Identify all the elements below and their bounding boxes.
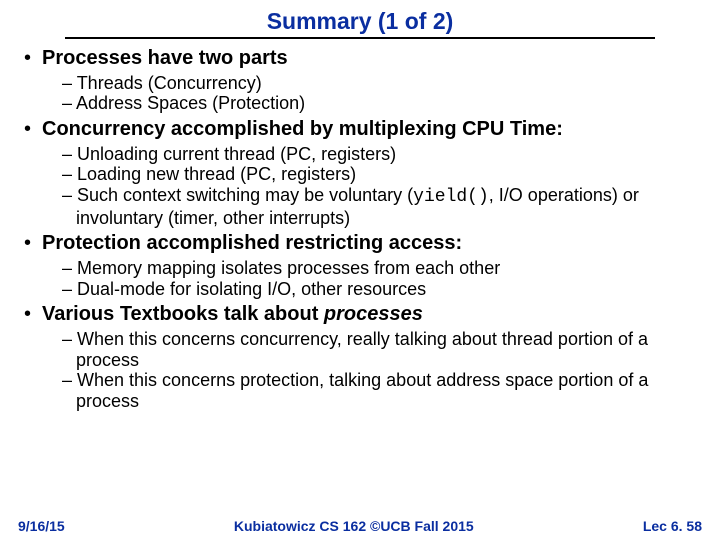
dash-icon: – (62, 164, 77, 184)
sub-item: – Such context switching may be voluntar… (62, 185, 702, 228)
bullet-icon: • (24, 47, 42, 71)
sub-item: – Loading new thread (PC, registers) (62, 164, 702, 185)
dash-icon: – (62, 258, 77, 278)
bullet-item: •Protection accomplished restricting acc… (24, 232, 702, 256)
dash-icon: – (62, 185, 77, 205)
dash-icon: – (62, 370, 77, 390)
bullet-icon: • (24, 118, 42, 142)
dash-icon: – (62, 73, 77, 93)
bullet-item: •Various Textbooks talk about processes (24, 303, 702, 327)
dash-icon: – (62, 93, 76, 113)
italic-text: processes (324, 303, 423, 325)
footer-date: 9/16/15 (18, 518, 65, 534)
sub-item: – When this concerns concurrency, really… (62, 329, 702, 370)
bullet-item: •Concurrency accomplished by multiplexin… (24, 118, 702, 142)
sub-item: – Address Spaces (Protection) (62, 93, 702, 114)
bullet-text: Various Textbooks talk about processes (42, 303, 423, 325)
footer: 9/16/15 Kubiatowicz CS 162 ©UCB Fall 201… (0, 518, 720, 534)
slide-title: Summary (1 of 2) (18, 8, 702, 35)
dash-icon: – (62, 144, 77, 164)
sub-list: – Memory mapping isolates processes from… (24, 258, 702, 299)
sub-item: – Threads (Concurrency) (62, 73, 702, 94)
bullet-item: •Processes have two parts (24, 47, 702, 71)
dash-icon: – (62, 329, 77, 349)
bullet-icon: • (24, 303, 42, 327)
sub-list: – Threads (Concurrency)– Address Spaces … (24, 73, 702, 114)
dash-icon: – (62, 279, 77, 299)
slide: Summary (1 of 2) •Processes have two par… (0, 0, 720, 540)
footer-course: Kubiatowicz CS 162 ©UCB Fall 2015 (234, 518, 474, 534)
bullet-icon: • (24, 232, 42, 256)
sub-item: – Unloading current thread (PC, register… (62, 144, 702, 165)
bullet-text: Processes have two parts (42, 47, 288, 69)
sub-item: – When this concerns protection, talking… (62, 370, 702, 411)
bullet-text: Protection accomplished restricting acce… (42, 232, 462, 254)
bullet-list: •Processes have two parts– Threads (Conc… (18, 47, 702, 412)
sub-item: – Memory mapping isolates processes from… (62, 258, 702, 279)
sub-list: – Unloading current thread (PC, register… (24, 144, 702, 229)
code-text: yield() (413, 187, 489, 207)
sub-list: – When this concerns concurrency, really… (24, 329, 702, 412)
sub-item: – Dual-mode for isolating I/O, other res… (62, 279, 702, 300)
bullet-text: Concurrency accomplished by multiplexing… (42, 118, 563, 140)
footer-page: Lec 6. 58 (643, 518, 702, 534)
title-underline (65, 37, 655, 39)
